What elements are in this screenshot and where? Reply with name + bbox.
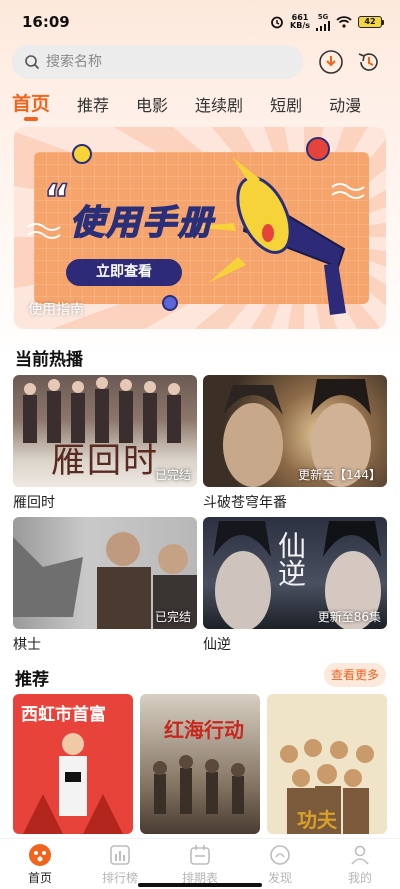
recommend-item-card[interactable]: 西虹市首富 bbox=[13, 694, 133, 834]
poster: 已完结 bbox=[13, 517, 197, 629]
hot-item-card[interactable]: 雁回时 已完结 雁回时 bbox=[13, 375, 197, 512]
search-row bbox=[12, 45, 388, 79]
status-icons: 661 KB/s 5G 42 bbox=[270, 13, 384, 31]
nav-profile[interactable]: 我的 bbox=[320, 839, 400, 889]
item-title: 棋士 bbox=[13, 637, 41, 653]
battery-icon: 42 bbox=[358, 16, 384, 28]
tab-series[interactable]: 连续剧 bbox=[195, 88, 243, 116]
home-indicator bbox=[138, 883, 262, 887]
recommend-item-card[interactable]: 功夫 bbox=[267, 694, 387, 834]
poster-title-art: 仙逆 bbox=[274, 531, 307, 587]
profile-icon bbox=[351, 845, 369, 865]
hot-item-card[interactable]: 仙逆 更新至86集 仙逆 bbox=[203, 517, 387, 654]
download-icon[interactable] bbox=[318, 49, 344, 75]
poster-title-art: 功夫 bbox=[297, 808, 337, 832]
bottom-nav: 首页 排行榜 排期表 发现 我的 bbox=[0, 838, 400, 889]
tab-anime[interactable]: 动漫 bbox=[329, 88, 361, 116]
banner-quote-mark: “ bbox=[43, 176, 71, 224]
tab-recommend[interactable]: 推荐 bbox=[77, 88, 109, 116]
view-more-button[interactable]: 查看更多 bbox=[324, 663, 386, 687]
home-icon bbox=[29, 844, 51, 866]
category-tabs: 首页 推荐 电影 连续剧 短剧 动漫 bbox=[0, 88, 400, 124]
discover-icon bbox=[270, 845, 290, 865]
nav-discover[interactable]: 发现 bbox=[240, 839, 320, 889]
recommend-item-card[interactable]: 红海行动 bbox=[140, 694, 260, 834]
wifi-icon bbox=[336, 16, 352, 28]
status-badge: 已完结 bbox=[154, 610, 191, 624]
schedule-icon bbox=[190, 845, 210, 865]
nav-ranking[interactable]: 排行榜 bbox=[80, 839, 160, 889]
poster-title-art: 西虹市首富 bbox=[21, 705, 106, 725]
search-input[interactable] bbox=[46, 54, 276, 70]
poster: 更新至【144】 bbox=[203, 375, 387, 487]
poster: 雁回时 已完结 bbox=[13, 375, 197, 487]
nav-schedule[interactable]: 排期表 bbox=[160, 839, 240, 889]
recommend-section-title: 推荐 bbox=[15, 670, 49, 690]
search-box[interactable] bbox=[12, 45, 303, 79]
hot-item-card[interactable]: 更新至【144】 斗破苍穹年番 bbox=[203, 375, 387, 512]
status-bar: 16:09 661 KB/s 5G 42 bbox=[0, 0, 400, 44]
hot-item-card[interactable]: 已完结 棋士 bbox=[13, 517, 197, 654]
search-icon bbox=[25, 55, 40, 70]
history-icon[interactable] bbox=[356, 49, 382, 75]
tab-short-drama[interactable]: 短剧 bbox=[270, 88, 302, 116]
net-speed: 661 KB/s bbox=[290, 13, 310, 30]
poster-title-art: 雁回时 bbox=[51, 441, 159, 481]
ranking-icon bbox=[110, 845, 130, 865]
poster: 仙逆 更新至86集 bbox=[203, 517, 387, 629]
signal-icon: 5G bbox=[316, 13, 330, 31]
banner-view-button[interactable]: 立即查看 bbox=[66, 259, 182, 286]
alarm-icon bbox=[271, 16, 283, 29]
status-badge: 更新至86集 bbox=[317, 610, 381, 624]
poster-title-art: 红海行动 bbox=[164, 718, 244, 742]
tab-home[interactable]: 首页 bbox=[12, 88, 50, 116]
status-badge: 已完结 bbox=[154, 468, 191, 482]
status-badge: 更新至【144】 bbox=[298, 468, 381, 482]
hot-section-title: 当前热播 bbox=[15, 350, 83, 370]
tab-movie[interactable]: 电影 bbox=[136, 88, 168, 116]
item-title: 雁回时 bbox=[13, 495, 55, 511]
item-title: 斗破苍穹年番 bbox=[203, 495, 287, 511]
banner-caption: 使用指南 bbox=[28, 302, 84, 318]
item-title: 仙逆 bbox=[203, 637, 231, 653]
status-time: 16:09 bbox=[22, 13, 70, 31]
banner-title: 使用手册 bbox=[69, 202, 214, 244]
banner[interactable]: “ 使用手册 立即查看 使用指南 bbox=[14, 127, 386, 329]
nav-home[interactable]: 首页 bbox=[0, 839, 80, 889]
